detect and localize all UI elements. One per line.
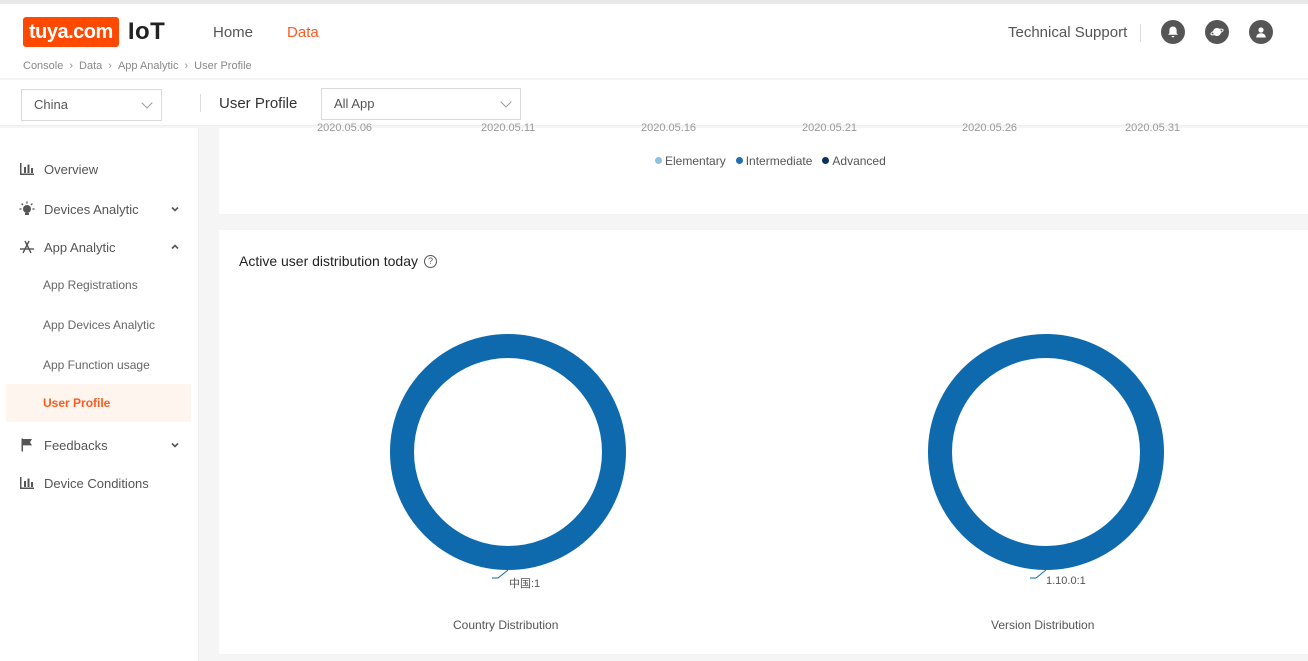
chevron-down-icon	[141, 97, 153, 109]
sidebar-item-app-analytic[interactable]: App Analytic	[0, 228, 199, 266]
filter-bar: China User Profile All App	[0, 80, 1308, 126]
flag-icon	[19, 437, 35, 453]
sidebar-subitem-label: User Profile	[43, 396, 111, 410]
sidebar-item-label: Overview	[44, 161, 99, 177]
chevron-down-icon	[171, 442, 179, 448]
legend-dot	[735, 157, 743, 164]
header-divider	[1140, 24, 1141, 42]
region-select-value: China	[34, 97, 68, 112]
sidebar-subitem-app-devices-analytic[interactable]: App Devices Analytic	[6, 306, 191, 344]
logo-text: tuya.com	[23, 17, 119, 47]
sidebar-subitem-label: App Function usage	[43, 358, 150, 372]
x-tick-label: 2020.05.21	[802, 122, 858, 134]
legend-dot	[655, 157, 662, 164]
region-select[interactable]: China	[21, 89, 162, 121]
label-leader-line	[1030, 569, 1047, 579]
user-level-chart-card: 2020.05.06 2020.05.11 2020.05.16 2020.05…	[219, 122, 1308, 214]
breadcrumb-data[interactable]: Data	[79, 60, 102, 72]
app-select[interactable]: All App	[321, 88, 521, 120]
sidebar-item-label: App Analytic	[44, 239, 116, 255]
legend-item-intermediate[interactable]: Intermediate	[735, 154, 813, 168]
donut-slice-1.10.0[interactable]	[928, 334, 1164, 570]
page-title: User Profile	[219, 95, 298, 112]
bar-chart-icon	[19, 475, 35, 491]
sidebar-item-label: Device Conditions	[44, 475, 149, 491]
breadcrumb-app-analytic[interactable]: App Analytic	[118, 60, 179, 72]
sidebar-subitem-user-profile[interactable]: User Profile	[6, 384, 191, 422]
chart-legend: Elementary Intermediate Advanced	[655, 154, 886, 168]
country-distribution-title: Country Distribution	[453, 618, 559, 632]
bell-icon[interactable]	[1161, 20, 1185, 44]
version-distribution-chart	[928, 334, 1164, 579]
chevron-right-icon: ›	[69, 60, 74, 72]
legend-label: Intermediate	[745, 154, 813, 168]
sidebar-item-label: Feedbacks	[44, 437, 108, 453]
card-title: Active user distribution today ?	[239, 253, 437, 269]
x-tick-label: 2020.05.31	[1125, 122, 1181, 134]
legend-label: Elementary	[665, 154, 726, 168]
help-icon[interactable]: ?	[423, 254, 437, 268]
filter-divider	[200, 94, 201, 112]
sidebar-subitem-app-function-usage[interactable]: App Function usage	[6, 346, 191, 384]
breadcrumb-user-profile: User Profile	[194, 60, 252, 72]
card-title-text: Active user distribution today	[239, 253, 418, 269]
x-tick-label: 2020.05.11	[481, 122, 536, 134]
top-header: tuya.com IoT Home Data Technical Support…	[0, 0, 1308, 78]
sidebar-item-feedbacks[interactable]: Feedbacks	[0, 426, 199, 464]
active-user-distribution-card: Active user distribution today ? 中国:1 Co…	[219, 230, 1308, 654]
x-tick-label: 2020.05.26	[962, 122, 1018, 134]
legend-dot	[822, 157, 830, 164]
bar-chart-icon	[19, 161, 35, 177]
x-tick-label: 2020.05.06	[317, 122, 373, 134]
x-tick-label: 2020.05.16	[641, 122, 697, 134]
chevron-up-icon	[171, 244, 179, 250]
version-distribution-title: Version Distribution	[991, 618, 1095, 632]
planet-icon[interactable]	[1205, 20, 1229, 44]
sidebar-subitem-label: App Registrations	[43, 278, 138, 292]
sidebar-subitem-label: App Devices Analytic	[43, 318, 156, 332]
nav-data[interactable]: Data	[287, 24, 319, 41]
breadcrumb: Console › Data › App Analytic › User Pro…	[23, 60, 252, 72]
breadcrumb-console[interactable]: Console	[23, 60, 63, 72]
sidebar-item-devices-analytic[interactable]: Devices Analytic	[0, 190, 199, 228]
legend-label: Advanced	[832, 154, 886, 168]
legend-item-elementary[interactable]: Elementary	[655, 154, 726, 168]
donut-slice-中国[interactable]	[390, 334, 626, 570]
main-nav: Home Data	[213, 24, 319, 41]
technical-support-link[interactable]: Technical Support	[1008, 24, 1127, 41]
sidebar-item-overview[interactable]: Overview	[0, 150, 199, 188]
sidebar-item-device-conditions[interactable]: Device Conditions	[0, 464, 199, 502]
country-slice-label: 中国:1	[509, 578, 541, 590]
chevron-down-icon	[500, 96, 512, 108]
chevron-right-icon: ›	[108, 60, 112, 72]
user-icon[interactable]	[1249, 20, 1273, 44]
label-leader-line	[492, 569, 509, 579]
version-slice-label: 1.10.0:1	[1046, 575, 1086, 587]
app-select-value: All App	[334, 96, 375, 111]
sidebar-subitem-app-registrations[interactable]: App Registrations	[6, 266, 191, 304]
app-store-icon	[19, 239, 35, 255]
nav-home[interactable]: Home	[213, 24, 253, 41]
sidebar: Overview Devices Analytic App Analytic A…	[0, 128, 199, 661]
logo-suffix: IoT	[127, 18, 166, 45]
chevron-down-icon	[171, 206, 179, 212]
country-distribution-chart	[390, 334, 626, 579]
sidebar-item-label: Devices Analytic	[44, 201, 139, 217]
legend-item-advanced[interactable]: Advanced	[822, 154, 886, 168]
chevron-right-icon: ›	[184, 60, 189, 72]
lightbulb-icon	[19, 201, 35, 217]
tuya-logo[interactable]: tuya.com IoT	[23, 17, 165, 47]
